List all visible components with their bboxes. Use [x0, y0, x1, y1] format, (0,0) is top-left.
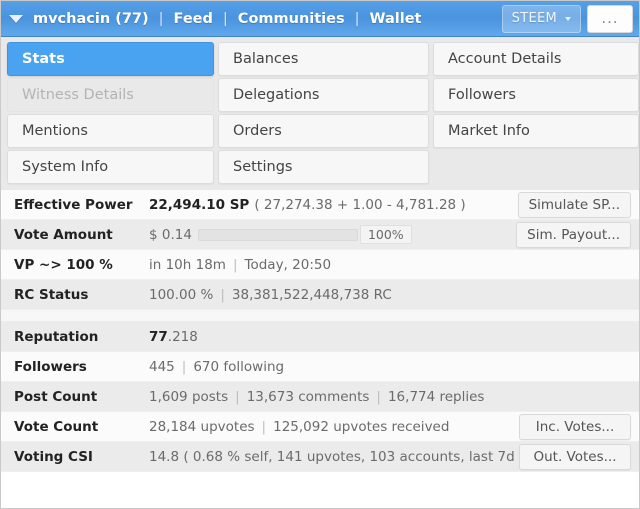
top-navigation-bar: mvchacin (77) | Feed | Communities | Wal…: [1, 1, 639, 37]
stats-table: Effective Power 22,494.10 SP ( 27,274.38…: [1, 190, 639, 472]
incoming-votes-button[interactable]: Inc. Votes...: [519, 413, 631, 440]
posts-count: 1,609 posts: [149, 388, 229, 405]
reputation-decimals: .218: [167, 328, 198, 345]
nav-separator-3: |: [354, 10, 360, 27]
tab-stats[interactable]: Stats: [7, 42, 214, 76]
tab-account-details[interactable]: Account Details: [433, 42, 639, 76]
rc-percent: 100.00 %: [149, 286, 214, 303]
nav-separator-2: |: [222, 10, 228, 27]
voting-csi-value: 14.8 ( 0.68 % self, 141 upvotes, 103 acc…: [149, 448, 525, 465]
followers-count: 445: [149, 358, 175, 375]
tab-witness-details: Witness Details: [7, 78, 214, 112]
progress-label: 100%: [359, 224, 412, 245]
value-separator: |: [376, 388, 381, 405]
sim-payout-button[interactable]: Sim. Payout...: [516, 221, 631, 248]
vote-power-progress: 100%: [197, 224, 412, 245]
row-label: VP ~> 100 %: [14, 256, 113, 273]
vote-amount-value: $ 0.14: [149, 226, 192, 243]
vp-eta: Today, 20:50: [244, 256, 332, 273]
value-separator: |: [220, 286, 225, 303]
tab-system-info[interactable]: System Info: [7, 150, 214, 184]
caret-down-icon[interactable]: [9, 14, 23, 23]
value-separator: |: [181, 358, 187, 375]
chevron-down-icon: [565, 16, 571, 21]
row-value: in 10h 18m | Today, 20:50: [149, 257, 639, 273]
more-options-button[interactable]: ...: [587, 4, 633, 33]
nav-item-communities[interactable]: Communities: [237, 11, 346, 27]
row-label: Effective Power: [14, 196, 133, 213]
row-value: 445 | 670 following: [149, 359, 639, 375]
vp-time-remaining: in 10h 18m: [149, 256, 226, 273]
tab-settings[interactable]: Settings: [218, 150, 429, 184]
row-label: Vote Count: [14, 418, 99, 435]
replies-count: 16,774 replies: [387, 388, 485, 405]
table-row-post-count: Post Count 1,609 posts | 13,673 comments…: [1, 382, 639, 412]
table-row-voting-csi: Voting CSI 14.8 ( 0.68 % self, 141 upvot…: [1, 442, 639, 472]
table-row-reputation: Reputation 77 .218: [1, 322, 639, 352]
tab-delegations[interactable]: Delegations: [218, 78, 429, 112]
table-row-effective-power: Effective Power 22,494.10 SP ( 27,274.38…: [1, 190, 639, 220]
table-row-followers: Followers 445 | 670 following: [1, 352, 639, 382]
value-separator: |: [235, 388, 240, 405]
tab-placeholder: [433, 150, 639, 184]
effective-power-breakdown: ( 27,274.38 + 1.00 - 4,781.28 ): [254, 196, 466, 213]
row-label: Vote Amount: [14, 226, 113, 243]
tab-mentions[interactable]: Mentions: [7, 114, 214, 148]
table-row-vp-to-100: VP ~> 100 % in 10h 18m | Today, 20:50: [1, 250, 639, 280]
progress-track: [197, 228, 358, 241]
primary-nav: mvchacin (77) | Feed | Communities | Wal…: [32, 11, 422, 27]
row-value: 100.00 % | 38,381,522,448,738 RC: [149, 287, 639, 303]
tab-grid: Stats Balances Account Details Witness D…: [1, 37, 639, 190]
row-label: Post Count: [14, 388, 98, 405]
tab-balances[interactable]: Balances: [218, 42, 429, 76]
upvotes-given: 28,184 upvotes: [149, 418, 255, 435]
comments-count: 13,673 comments: [246, 388, 370, 405]
nav-item-wallet[interactable]: Wallet: [369, 11, 423, 27]
currency-select[interactable]: STEEM: [501, 4, 581, 33]
following-count: 670 following: [193, 358, 285, 375]
upvotes-received: 125,092 upvotes received: [273, 418, 450, 435]
effective-power-amount: 22,494.10 SP: [149, 196, 250, 213]
row-value: 77 .218: [149, 329, 639, 345]
table-row-vote-amount: Vote Amount $ 0.14 100% Sim. Payout...: [1, 220, 639, 250]
tab-orders[interactable]: Orders: [218, 114, 429, 148]
outgoing-votes-button[interactable]: Out. Votes...: [519, 443, 631, 470]
nav-item-feed[interactable]: Feed: [173, 11, 214, 27]
reputation-whole: 77: [149, 328, 168, 345]
currency-select-label: STEEM: [511, 11, 557, 26]
tab-market-info[interactable]: Market Info: [433, 114, 639, 148]
value-separator: |: [261, 418, 267, 435]
rc-amount: 38,381,522,448,738 RC: [231, 286, 392, 303]
simulate-sp-button[interactable]: Simulate SP...: [517, 191, 631, 218]
tab-followers[interactable]: Followers: [433, 78, 639, 112]
row-label: Followers: [14, 358, 87, 375]
row-value: 1,609 posts | 13,673 comments | 16,774 r…: [149, 389, 639, 405]
value-separator: |: [232, 256, 238, 273]
table-row-rc-status: RC Status 100.00 % | 38,381,522,448,738 …: [1, 280, 639, 310]
row-label: Voting CSI: [14, 448, 93, 465]
nav-account-name[interactable]: mvchacin (77): [32, 11, 150, 27]
table-row-vote-count: Vote Count 28,184 upvotes | 125,092 upvo…: [1, 412, 639, 442]
row-label: RC Status: [14, 286, 89, 303]
nav-separator-1: |: [158, 10, 164, 27]
row-label: Reputation: [14, 328, 99, 345]
section-divider: [1, 310, 639, 322]
steem-account-window: mvchacin (77) | Feed | Communities | Wal…: [0, 0, 640, 509]
header-controls: STEEM ...: [501, 1, 635, 36]
